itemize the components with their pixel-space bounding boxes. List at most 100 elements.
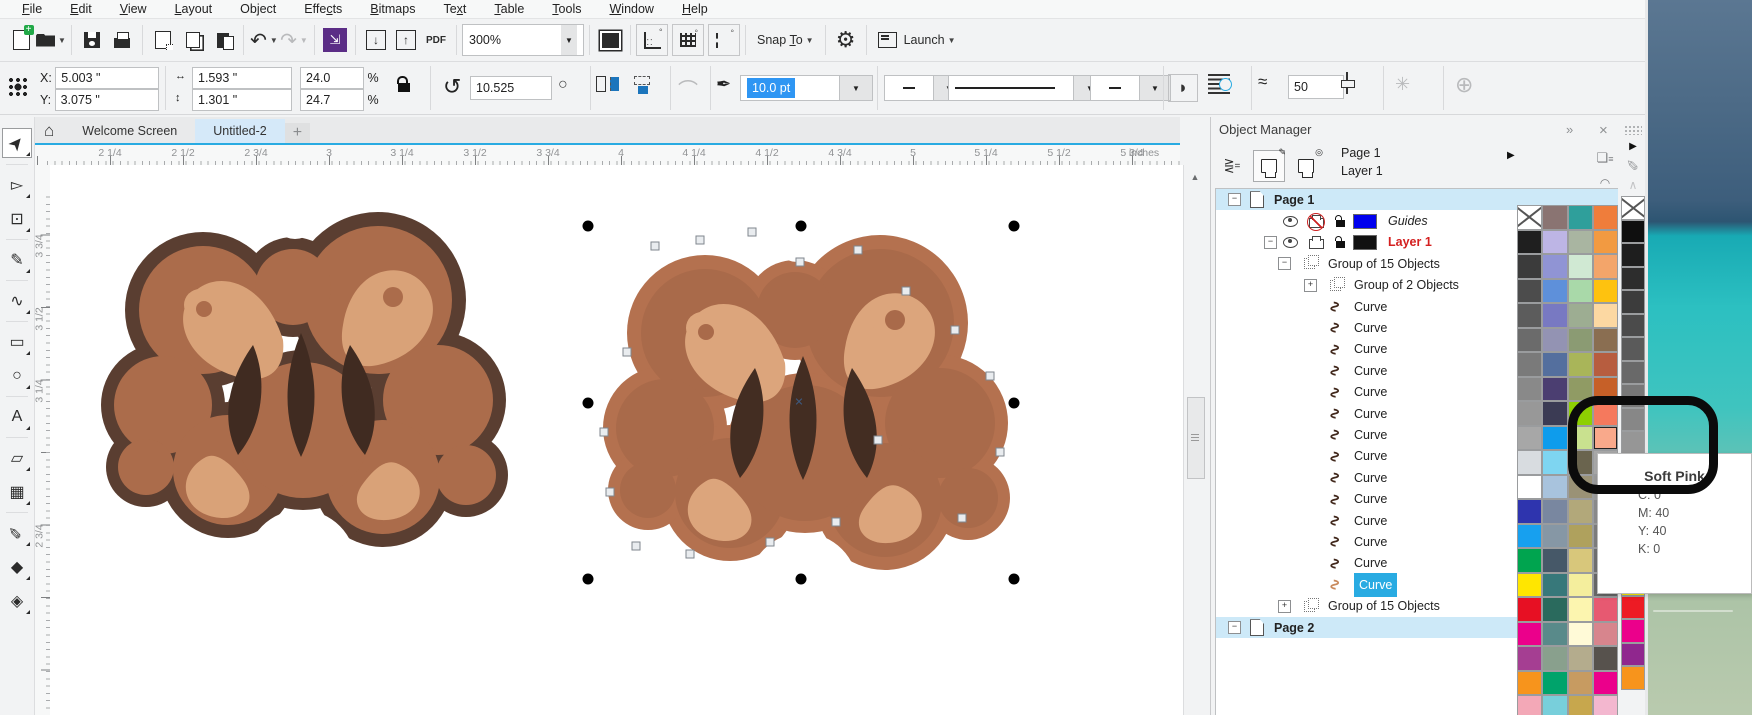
- color-swatch[interactable]: [1567, 548, 1593, 573]
- color-swatch[interactable]: [1517, 621, 1543, 646]
- menu-layout[interactable]: Layout: [161, 1, 227, 17]
- graph-paper-tool[interactable]: ▦: [3, 478, 31, 506]
- scale-x-field[interactable]: 24.0: [300, 67, 364, 89]
- menu-effects[interactable]: Effects: [290, 1, 356, 17]
- color-swatch[interactable]: [1567, 352, 1593, 377]
- visibility-eye-icon[interactable]: [1283, 215, 1298, 227]
- no-color-swatch[interactable]: [1517, 205, 1543, 230]
- show-grid-button[interactable]: [672, 24, 704, 56]
- color-swatch[interactable]: [1517, 229, 1543, 254]
- color-swatch[interactable]: [1517, 548, 1543, 573]
- redo-button[interactable]: ↷ ▼: [279, 25, 309, 55]
- color-swatch[interactable]: [1542, 401, 1568, 426]
- undo-dropdown-arrow[interactable]: ▼: [270, 36, 278, 45]
- color-swatch[interactable]: [1621, 642, 1645, 666]
- import-button[interactable]: ↓: [361, 25, 391, 55]
- menu-file[interactable]: File: [8, 1, 56, 17]
- color-swatch[interactable]: [1621, 243, 1645, 267]
- color-swatch[interactable]: [1621, 619, 1645, 643]
- freehand-tool[interactable]: ✎: [3, 246, 31, 274]
- color-swatch[interactable]: [1542, 450, 1568, 475]
- mirror-horizontal-button[interactable]: [596, 76, 619, 92]
- corel-connect-button[interactable]: ⇲: [320, 25, 350, 55]
- color-swatch[interactable]: [1542, 474, 1568, 499]
- color-swatch[interactable]: [1592, 205, 1618, 230]
- smoothing-slider-button[interactable]: [1341, 72, 1355, 94]
- color-swatch[interactable]: [1542, 376, 1568, 401]
- color-swatch[interactable]: [1542, 229, 1568, 254]
- color-swatch[interactable]: [1567, 670, 1593, 695]
- object-height-field[interactable]: 1.301 ": [192, 89, 292, 111]
- color-swatch[interactable]: [1621, 219, 1645, 243]
- home-tab-button[interactable]: ⌂: [34, 119, 64, 143]
- color-swatch[interactable]: [1621, 290, 1645, 314]
- outline-width-combobox[interactable]: 10.0 pt: [740, 75, 840, 101]
- pick-tool[interactable]: ➤: [2, 128, 32, 158]
- show-guidelines-button[interactable]: [708, 24, 740, 56]
- zoom-level-combobox[interactable]: 300% ▼: [462, 24, 584, 56]
- copy-button[interactable]: [178, 25, 208, 55]
- color-swatch[interactable]: [1542, 670, 1568, 695]
- palette-grip-handle[interactable]: [1624, 125, 1642, 135]
- lock-icon[interactable]: [1335, 236, 1345, 249]
- color-swatch[interactable]: [1542, 303, 1568, 328]
- color-swatch[interactable]: [1621, 313, 1645, 337]
- menu-object[interactable]: Object: [226, 1, 290, 17]
- color-swatch[interactable]: [1592, 303, 1618, 328]
- color-swatch[interactable]: [1517, 572, 1543, 597]
- options-button[interactable]: ⚙: [831, 25, 861, 55]
- color-swatch[interactable]: [1517, 254, 1543, 279]
- color-swatch[interactable]: [1517, 352, 1543, 377]
- color-swatch[interactable]: [1621, 337, 1645, 361]
- new-document-button[interactable]: [6, 25, 36, 55]
- color-swatch[interactable]: [1542, 646, 1568, 671]
- smart-fill-tool[interactable]: ◆: [3, 553, 31, 581]
- color-swatch[interactable]: [1542, 523, 1568, 548]
- horizontal-ruler[interactable]: 2 1/4 2 1/2 2 3/4 3 3 1/4 3 1/2 3 3/4 4 4 1/4 4 1…: [34, 145, 1180, 166]
- y-position-field[interactable]: 3.075 ": [54, 89, 159, 111]
- color-swatch[interactable]: [1592, 695, 1618, 715]
- color-swatch[interactable]: [1567, 597, 1593, 622]
- palette-flyout-arrow[interactable]: ▶: [1629, 141, 1637, 152]
- expand-toggle[interactable]: −: [1228, 193, 1241, 207]
- color-swatch[interactable]: [1592, 670, 1618, 695]
- print-button[interactable]: [107, 25, 137, 55]
- lock-icon[interactable]: [1335, 215, 1345, 228]
- page-flyout-arrow[interactable]: ▶: [1507, 150, 1515, 161]
- tab-untitled-2[interactable]: Untitled-2: [195, 119, 285, 143]
- color-swatch[interactable]: [1567, 499, 1593, 524]
- launcher-dropdown-arrow[interactable]: ▼: [948, 36, 956, 45]
- color-swatch[interactable]: [1567, 278, 1593, 303]
- eyedropper-tool[interactable]: ✐: [3, 519, 31, 547]
- end-arrowhead-combobox[interactable]: [1090, 75, 1140, 101]
- color-swatch[interactable]: [1517, 425, 1543, 450]
- mirror-vertical-button[interactable]: [634, 76, 650, 94]
- color-swatch[interactable]: [1542, 352, 1568, 377]
- color-swatch[interactable]: [1567, 229, 1593, 254]
- full-screen-preview-button[interactable]: [595, 25, 625, 55]
- drawing-canvas[interactable]: [50, 165, 1183, 715]
- expand-toggle[interactable]: +: [1278, 599, 1291, 613]
- show-rulers-button[interactable]: [636, 24, 668, 56]
- color-swatch[interactable]: [1542, 695, 1568, 715]
- color-swatch[interactable]: [1592, 621, 1618, 646]
- new-tab-button[interactable]: +: [284, 123, 311, 143]
- expand-toggle[interactable]: −: [1264, 235, 1277, 249]
- expand-toggle[interactable]: −: [1278, 257, 1291, 271]
- menu-window[interactable]: Window: [595, 1, 667, 17]
- color-swatch[interactable]: [1517, 450, 1543, 475]
- docker-close-button[interactable]: ×: [1599, 122, 1608, 139]
- color-swatch[interactable]: [1542, 254, 1568, 279]
- smoothing-field[interactable]: 50: [1288, 75, 1344, 99]
- rotation-angle-field[interactable]: 10.525: [470, 76, 552, 100]
- center-marker-icon[interactable]: ○: [558, 76, 568, 94]
- edit-across-layers-button[interactable]: ✎: [1253, 147, 1286, 182]
- ellipse-tool[interactable]: ○: [3, 362, 31, 390]
- color-swatch[interactable]: [1567, 523, 1593, 548]
- color-swatch[interactable]: [1517, 376, 1543, 401]
- application-launcher-button[interactable]: Launch ▼: [872, 25, 962, 55]
- canvas-vertical-scrollbar[interactable]: ▲: [1183, 165, 1207, 715]
- visibility-eye-icon[interactable]: [1283, 236, 1298, 248]
- ornament-shape-left[interactable]: [101, 195, 508, 620]
- x-position-field[interactable]: 5.003 ": [55, 67, 160, 89]
